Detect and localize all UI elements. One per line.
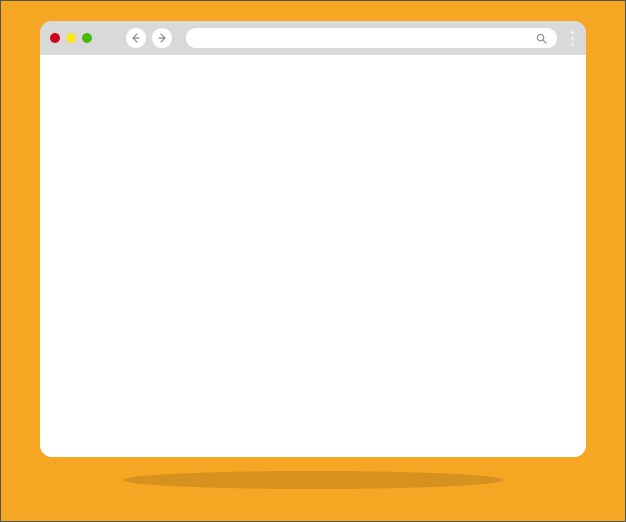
arrow-left-icon <box>131 33 141 43</box>
back-button[interactable] <box>126 28 146 48</box>
window-shadow <box>123 471 503 489</box>
search-icon <box>536 33 547 44</box>
dot-icon <box>571 31 574 34</box>
close-button[interactable] <box>50 33 60 43</box>
arrow-right-icon <box>157 33 167 43</box>
forward-button[interactable] <box>152 28 172 48</box>
address-bar[interactable] <box>186 28 557 48</box>
search-button[interactable] <box>536 33 547 44</box>
navigation-buttons <box>126 28 172 48</box>
dot-icon <box>571 37 574 40</box>
browser-toolbar <box>40 21 586 55</box>
browser-viewport <box>40 55 586 457</box>
browser-window <box>40 21 586 457</box>
menu-button[interactable] <box>571 31 574 46</box>
maximize-button[interactable] <box>82 33 92 43</box>
minimize-button[interactable] <box>66 33 76 43</box>
dot-icon <box>571 43 574 46</box>
window-controls <box>50 33 92 43</box>
